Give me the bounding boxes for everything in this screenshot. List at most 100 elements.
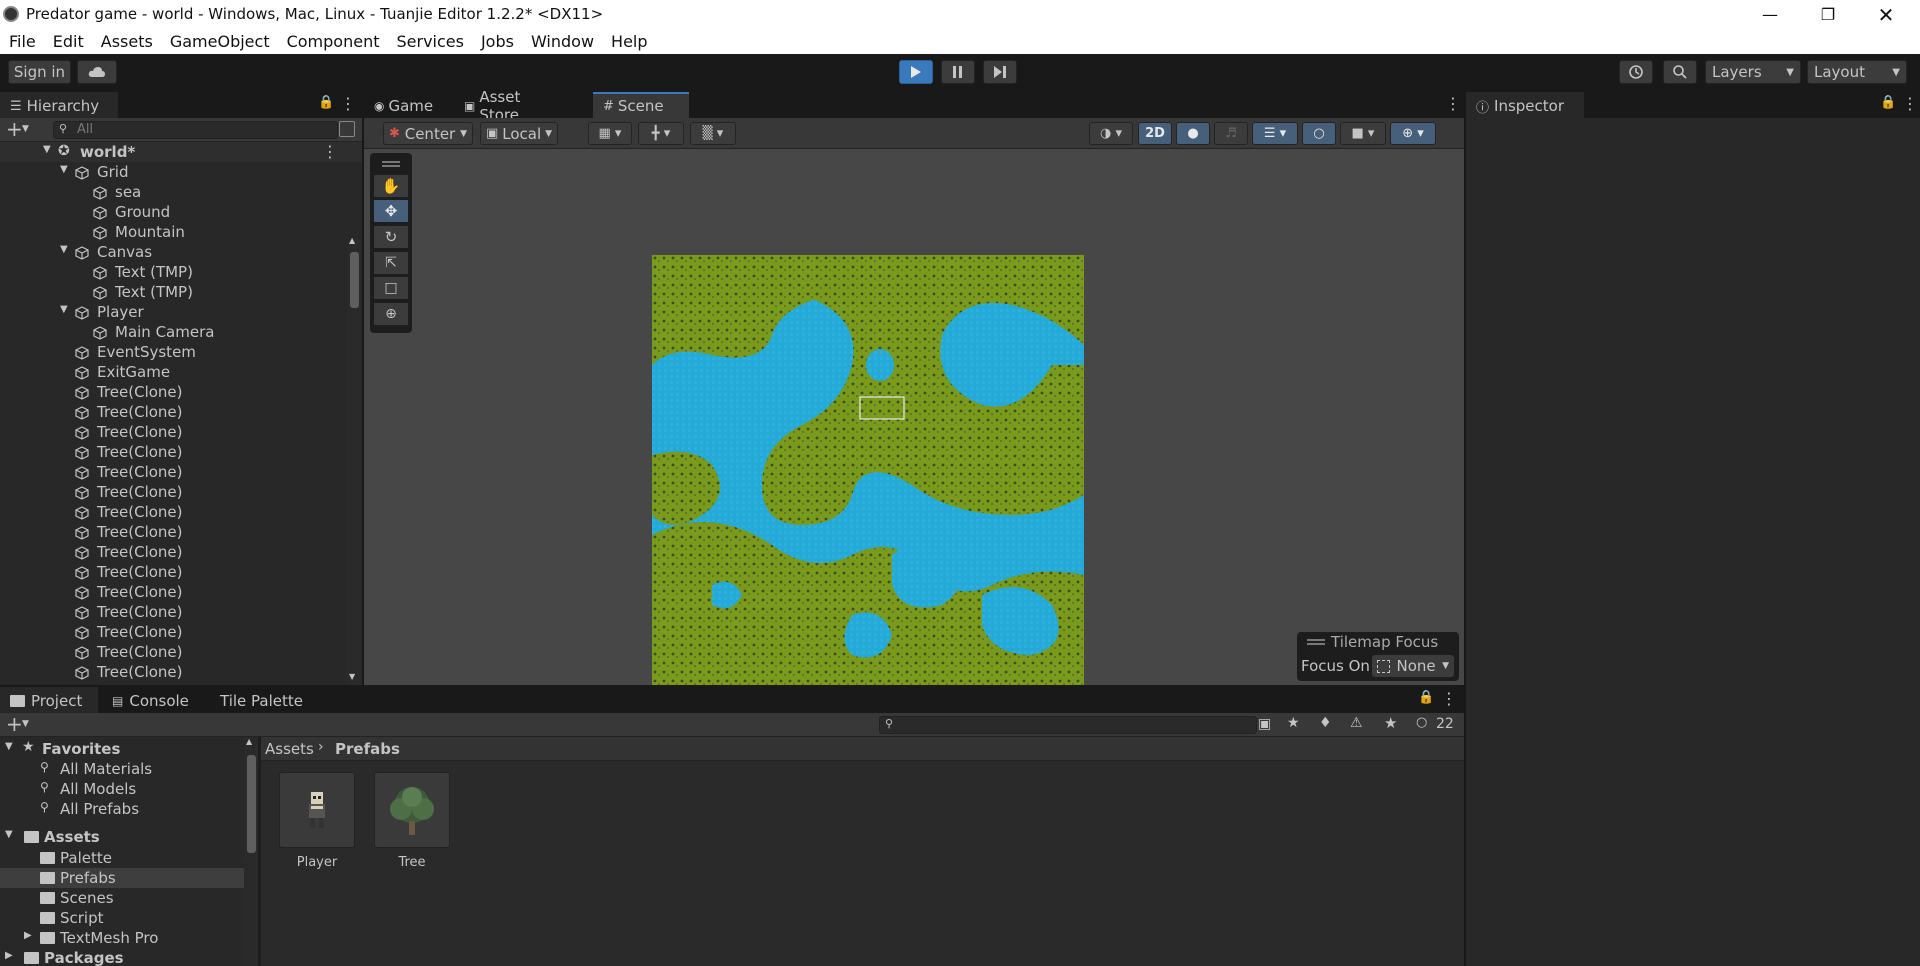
tab-tile-palette[interactable]: Tile Palette — [210, 687, 320, 713]
hierarchy-item[interactable]: Ground — [0, 202, 362, 222]
menu-help[interactable]: Help — [602, 32, 655, 51]
asset-folder-item-selected[interactable]: Prefabs — [0, 868, 244, 888]
more-menu-icon[interactable]: ⋮ — [1902, 94, 1918, 113]
scene-root-row[interactable]: ▼ ✪ world* ⋮ — [0, 142, 362, 162]
tab-asset-store[interactable]: ▣ Asset Store — [454, 88, 566, 124]
tab-console[interactable]: ▤ Console — [102, 687, 202, 713]
play-button[interactable] — [899, 60, 933, 84]
minimize-icon[interactable]: — — [1741, 0, 1799, 29]
hierarchy-item[interactable]: sea — [0, 182, 362, 202]
menu-edit[interactable]: Edit — [44, 32, 92, 51]
cloud-button[interactable] — [77, 60, 117, 84]
tab-scene[interactable]: # Scene — [593, 92, 689, 118]
hierarchy-item[interactable]: ▼ Canvas — [0, 242, 362, 262]
more-menu-icon[interactable]: ⋮ — [340, 94, 356, 113]
hierarchy-item[interactable]: Tree(Clone) — [0, 422, 362, 442]
effects-dropdown[interactable]: ☰ ▾ — [1252, 122, 1298, 145]
hierarchy-item[interactable]: ▼ Grid — [0, 162, 362, 182]
chevron-down-icon[interactable]: ▼ — [22, 124, 29, 134]
more-menu-icon[interactable]: ⋮ — [1441, 689, 1457, 708]
favorite-item[interactable]: ⚲ All Materials — [0, 759, 244, 779]
filter-type-icon[interactable]: ★ — [1287, 715, 1300, 731]
pause-button[interactable] — [941, 60, 975, 84]
expand-arrow-icon[interactable]: ▶ — [5, 950, 13, 961]
filter-label-icon[interactable]: ♦ — [1319, 715, 1332, 731]
camera-dropdown[interactable]: ■ ▾ — [1340, 122, 1386, 145]
scroll-down-icon[interactable]: ▼ — [349, 672, 355, 681]
menu-file[interactable]: File — [0, 32, 44, 51]
add-icon[interactable]: + — [6, 118, 23, 140]
close-icon[interactable]: ✕ — [1857, 0, 1915, 29]
hierarchy-item[interactable]: Tree(Clone) — [0, 562, 362, 582]
breadcrumb-assets[interactable]: Assets — [265, 740, 314, 758]
restore-icon[interactable]: ❐ — [1799, 0, 1857, 29]
asset-folder-item[interactable]: Script — [0, 908, 244, 928]
panel-splitter[interactable] — [1464, 92, 1466, 966]
hierarchy-item[interactable]: EventSystem — [0, 342, 362, 362]
history-button[interactable] — [1619, 60, 1653, 84]
search-options-icon[interactable] — [339, 121, 355, 137]
hierarchy-item[interactable]: Text (TMP) — [0, 262, 362, 282]
breadcrumb-prefabs[interactable]: Prefabs — [335, 740, 400, 758]
folder-tree-scrollbar[interactable]: ▲ — [244, 737, 258, 966]
tab-hierarchy[interactable]: ☰ Hierarchy — [0, 92, 118, 118]
layers-dropdown[interactable]: Layers ▼ — [1705, 60, 1801, 84]
hierarchy-scrollbar[interactable]: ▲ ▼ — [347, 236, 361, 685]
hierarchy-item[interactable]: Tree(Clone) — [0, 622, 362, 642]
lock-icon[interactable]: 🔒 — [1880, 95, 1896, 110]
asset-folder-item[interactable]: ▶ TextMesh Pro — [0, 928, 244, 948]
layout-dropdown[interactable]: Layout ▼ — [1807, 60, 1907, 84]
menu-gameobject[interactable]: GameObject — [161, 32, 278, 51]
lock-icon[interactable]: 🔒 — [1418, 690, 1434, 705]
hierarchy-item[interactable]: ExitGame — [0, 362, 362, 382]
scroll-up-icon[interactable]: ▲ — [246, 737, 252, 746]
expand-arrow-icon[interactable]: ▼ — [5, 741, 13, 752]
tab-inspector[interactable]: ⓘ Inspector — [1466, 92, 1584, 118]
lock-icon[interactable]: 🔒 — [318, 95, 334, 110]
hierarchy-item[interactable]: Text (TMP) — [0, 282, 362, 302]
scrollbar-thumb[interactable] — [247, 755, 256, 853]
overlay-drag-handle[interactable] — [1307, 639, 1325, 641]
packages-root-row[interactable]: ▶ Packages — [0, 948, 244, 966]
scene-viewport[interactable]: Tilemap Focus Focus On None ▼ — [364, 149, 1464, 685]
prefab-item-player[interactable]: Player — [279, 772, 355, 872]
search-by-type-icon[interactable]: ▣ — [1258, 716, 1271, 732]
step-button[interactable] — [983, 60, 1017, 84]
hierarchy-item[interactable]: Mountain — [0, 222, 362, 242]
audio-button[interactable]: ♬ — [1214, 122, 1248, 145]
expand-arrow-icon[interactable]: ▼ — [60, 304, 68, 315]
hierarchy-item[interactable]: Tree(Clone) — [0, 542, 362, 562]
add-icon[interactable]: + — [6, 713, 23, 735]
focus-on-dropdown[interactable]: None ▼ — [1372, 655, 1454, 677]
hierarchy-item[interactable]: Tree(Clone) — [0, 642, 362, 662]
prefab-item-tree[interactable]: Tree — [374, 772, 450, 872]
hierarchy-item[interactable]: Tree(Clone) — [0, 482, 362, 502]
asset-folder-item[interactable]: Scenes — [0, 888, 244, 908]
favorite-item[interactable]: ⚲ All Models — [0, 779, 244, 799]
more-menu-icon[interactable]: ⋮ — [322, 142, 338, 161]
space-dropdown[interactable]: ▣ Local ▼ — [480, 122, 558, 145]
expand-arrow-icon[interactable]: ▶ — [24, 930, 32, 941]
pivot-dropdown[interactable]: ✱ Center ▼ — [383, 122, 473, 145]
tab-game[interactable]: ◉ Game — [364, 92, 450, 118]
hierarchy-item[interactable]: Tree(Clone) — [0, 602, 362, 622]
grid-snap-button[interactable]: ▦ ▾ — [588, 122, 632, 145]
hierarchy-item[interactable]: Tree(Clone) — [0, 462, 362, 482]
menu-component[interactable]: Component — [278, 32, 388, 51]
grid-visibility-button[interactable]: ▒ ▾ — [690, 122, 736, 145]
hierarchy-item[interactable]: Tree(Clone) — [0, 382, 362, 402]
menu-jobs[interactable]: Jobs — [472, 32, 522, 51]
search-button[interactable] — [1663, 60, 1697, 84]
chevron-down-icon[interactable]: ▼ — [22, 719, 29, 729]
snap-increment-button[interactable]: ╋ ▾ — [638, 122, 684, 145]
hierarchy-item[interactable]: Tree(Clone) — [0, 522, 362, 542]
favorite-star-icon[interactable]: ★ — [1384, 714, 1397, 732]
menu-assets[interactable]: Assets — [92, 32, 161, 51]
hierarchy-search-input[interactable]: ⚲ All — [53, 121, 338, 139]
menu-window[interactable]: Window — [522, 32, 602, 51]
hierarchy-item[interactable]: Tree(Clone) — [0, 502, 362, 522]
scrollbar-thumb[interactable] — [350, 252, 359, 308]
project-search-input[interactable]: ⚲ — [879, 716, 1257, 734]
favorite-item[interactable]: ⚲ All Prefabs — [0, 799, 244, 819]
favorites-row[interactable]: ▼ ★ Favorites — [0, 739, 244, 759]
